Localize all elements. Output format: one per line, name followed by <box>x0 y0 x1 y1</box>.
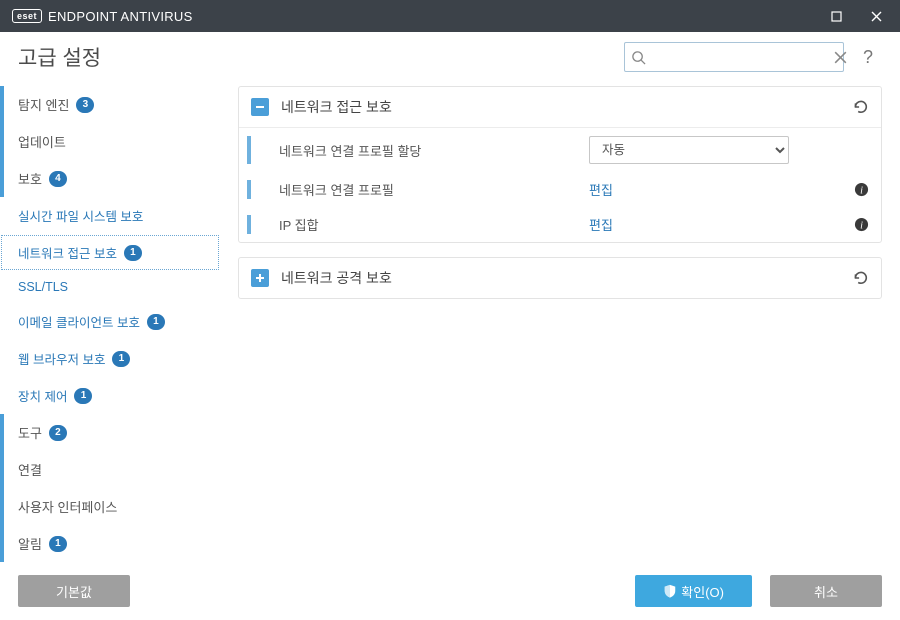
sidebar-item-label: 이메일 클라이언트 보호 <box>18 312 140 331</box>
sidebar-item-connection[interactable]: 연결 <box>0 451 220 488</box>
badge: 4 <box>49 171 67 187</box>
sidebar-item-label: 실시간 파일 시스템 보호 <box>18 206 143 225</box>
sidebar-item-protection[interactable]: 보호 4 <box>0 160 220 197</box>
undo-icon <box>851 269 869 287</box>
sidebar-item-update[interactable]: 업데이트 <box>0 123 220 160</box>
footer: 기본값 확인(O) 취소 <box>0 562 900 620</box>
main: 탐지 엔진 3 업데이트 보호 4 실시간 파일 시스템 보호 네트워크 접근 … <box>0 82 900 562</box>
sidebar-item-label: 연결 <box>18 460 42 479</box>
panel-header: 네트워크 접근 보호 <box>239 87 881 127</box>
edit-ipset-link[interactable]: 편집 <box>589 215 613 234</box>
collapse-button[interactable] <box>251 98 269 116</box>
panel-title: 네트워크 접근 보호 <box>281 97 392 117</box>
sidebar-item-tools[interactable]: 도구 2 <box>0 414 220 451</box>
sidebar-item-label: 네트워크 접근 보호 <box>18 243 117 262</box>
info-button[interactable]: i <box>854 182 869 197</box>
question-icon: ? <box>863 47 873 68</box>
button-label: 기본값 <box>56 582 92 601</box>
search-box[interactable] <box>624 42 844 72</box>
badge: 2 <box>49 425 67 441</box>
badge: 1 <box>112 351 130 367</box>
cancel-button[interactable]: 취소 <box>770 575 882 607</box>
footer-right: 확인(O) 취소 <box>635 575 882 607</box>
sidebar-item-label: 사용자 인터페이스 <box>18 497 117 516</box>
window-controls <box>816 0 896 32</box>
sidebar-item-device-control[interactable]: 장치 제어 1 <box>0 377 220 414</box>
panel-undo-button[interactable] <box>851 98 869 116</box>
panel-network-access: 네트워크 접근 보호 네트워크 연결 프로필 할당 자동 네트워크 연결 프로필 <box>238 86 882 243</box>
expand-button[interactable] <box>251 269 269 287</box>
badge: 1 <box>124 245 142 261</box>
row-control: 편집 i <box>589 215 869 234</box>
clear-icon[interactable] <box>834 51 847 64</box>
sidebar-item-notifications[interactable]: 알림 1 <box>0 525 220 562</box>
badge: 3 <box>76 97 94 113</box>
sidebar-item-label: 도구 <box>18 423 42 442</box>
sidebar-item-label: 장치 제어 <box>18 386 67 405</box>
minus-icon <box>255 102 265 112</box>
svg-text:i: i <box>860 185 863 196</box>
search-input[interactable] <box>646 50 834 65</box>
content: 네트워크 접근 보호 네트워크 연결 프로필 할당 자동 네트워크 연결 프로필 <box>220 82 900 562</box>
info-icon: i <box>854 217 869 232</box>
sidebar: 탐지 엔진 3 업데이트 보호 4 실시간 파일 시스템 보호 네트워크 접근 … <box>0 82 220 562</box>
undo-icon <box>851 98 869 116</box>
titlebar: eset ENDPOINT ANTIVIRUS <box>0 0 900 32</box>
info-button[interactable]: i <box>854 217 869 232</box>
row-profile-assignment: 네트워크 연결 프로필 할당 자동 <box>239 128 881 172</box>
square-icon <box>831 11 842 22</box>
header: 고급 설정 ? <box>0 32 900 82</box>
badge: 1 <box>74 388 92 404</box>
defaults-button[interactable]: 기본값 <box>18 575 130 607</box>
window-maximize-button[interactable] <box>816 0 856 32</box>
row-control: 편집 i <box>589 180 869 199</box>
panel-header: 네트워크 공격 보호 <box>239 258 881 298</box>
row-profile: 네트워크 연결 프로필 편집 i <box>239 172 881 207</box>
info-icon: i <box>854 182 869 197</box>
profile-assignment-select[interactable]: 자동 <box>589 136 789 164</box>
sidebar-item-label: 웹 브라우저 보호 <box>18 349 105 368</box>
sidebar-item-label: 알림 <box>18 534 42 553</box>
badge: 1 <box>49 536 67 552</box>
panel-body: 네트워크 연결 프로필 할당 자동 네트워크 연결 프로필 편집 i <box>239 127 881 242</box>
sidebar-item-detection-engine[interactable]: 탐지 엔진 3 <box>0 86 220 123</box>
sidebar-item-ui[interactable]: 사용자 인터페이스 <box>0 488 220 525</box>
button-label: 확인(O) <box>681 582 724 601</box>
search-icon <box>631 50 646 65</box>
plus-icon <box>255 273 265 283</box>
badge: 1 <box>147 314 165 330</box>
panel-undo-button[interactable] <box>851 269 869 287</box>
sidebar-item-label: 보호 <box>18 169 42 188</box>
sidebar-item-realtime-fs[interactable]: 실시간 파일 시스템 보호 <box>0 197 220 234</box>
row-ipset: IP 집합 편집 i <box>239 207 881 242</box>
sidebar-item-label: 업데이트 <box>18 132 66 151</box>
row-label: IP 집합 <box>279 215 589 234</box>
row-label: 네트워크 연결 프로필 <box>279 180 589 199</box>
panel-network-attack: 네트워크 공격 보호 <box>238 257 882 299</box>
panel-title: 네트워크 공격 보호 <box>281 268 392 288</box>
shield-icon <box>663 584 677 598</box>
window-close-button[interactable] <box>856 0 896 32</box>
sidebar-item-label: SSL/TLS <box>18 280 68 294</box>
sidebar-item-label: 탐지 엔진 <box>18 95 69 114</box>
brand-badge: eset <box>12 9 42 23</box>
app-title: ENDPOINT ANTIVIRUS <box>48 9 193 24</box>
ok-button[interactable]: 확인(O) <box>635 575 752 607</box>
button-label: 취소 <box>814 582 838 601</box>
row-control: 자동 <box>589 136 869 164</box>
edit-profile-link[interactable]: 편집 <box>589 180 613 199</box>
sidebar-item-web-browser[interactable]: 웹 브라우저 보호 1 <box>0 340 220 377</box>
sidebar-item-network-access[interactable]: 네트워크 접근 보호 1 <box>0 234 220 271</box>
close-icon <box>871 11 882 22</box>
sidebar-item-ssl-tls[interactable]: SSL/TLS <box>0 271 220 303</box>
help-button[interactable]: ? <box>854 42 882 72</box>
row-label: 네트워크 연결 프로필 할당 <box>279 141 589 160</box>
sidebar-item-email[interactable]: 이메일 클라이언트 보호 1 <box>0 303 220 340</box>
page-title: 고급 설정 <box>18 42 101 72</box>
svg-text:i: i <box>860 220 863 231</box>
